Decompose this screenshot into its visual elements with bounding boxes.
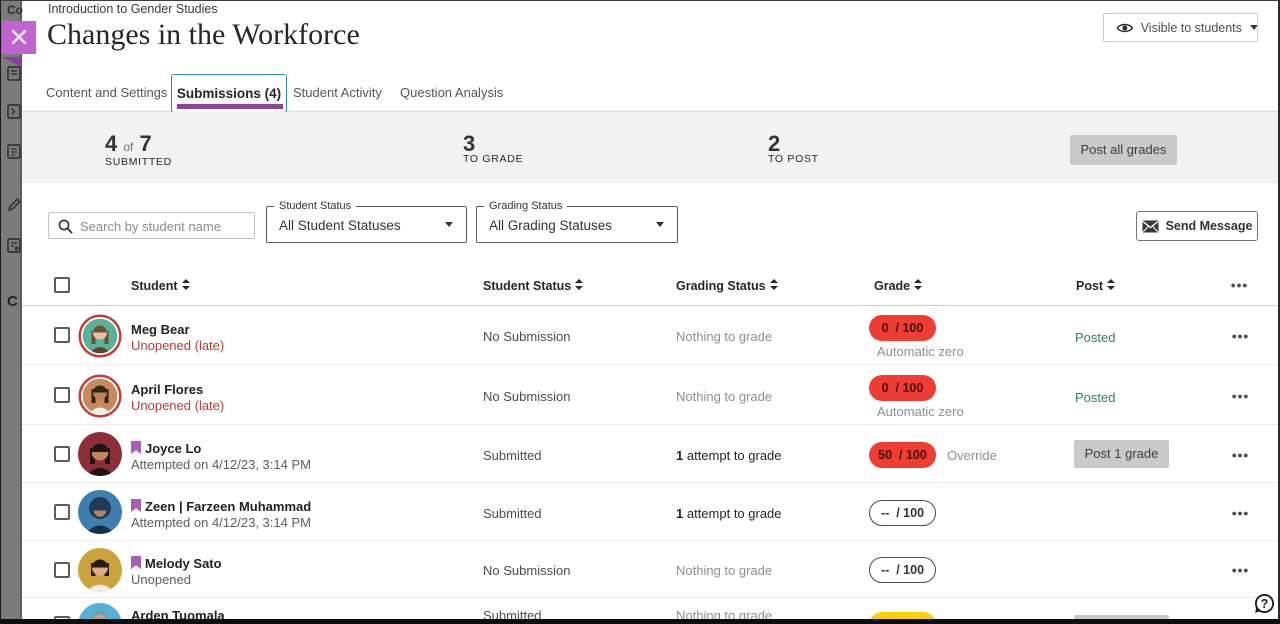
svg-text:?: ? [1261, 597, 1269, 611]
